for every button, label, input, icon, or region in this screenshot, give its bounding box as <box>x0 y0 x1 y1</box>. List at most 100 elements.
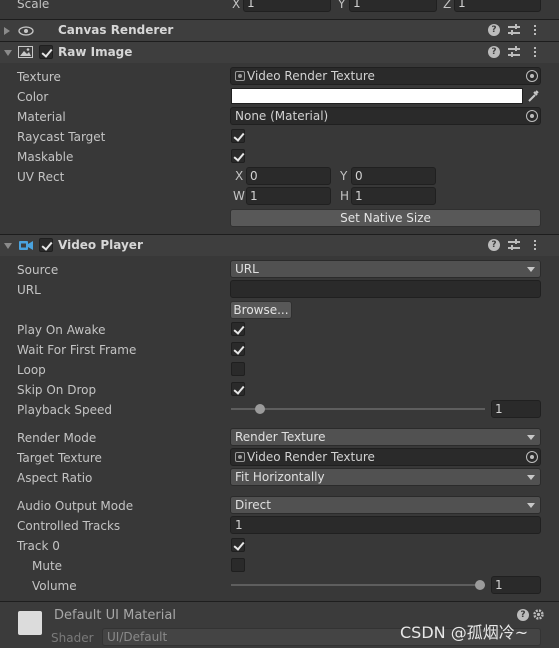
color-swatch[interactable] <box>231 88 523 104</box>
raw-image-header[interactable]: Raw Image ? <box>0 41 559 63</box>
raycast-target-checkbox[interactable] <box>231 129 245 143</box>
raw-image-enabled-checkbox[interactable] <box>39 45 53 59</box>
volume-slider-thumb[interactable] <box>475 580 485 590</box>
uv-y-field[interactable]: 0 <box>351 167 436 185</box>
source-value: URL <box>235 262 259 276</box>
mute-label: Mute <box>32 559 63 573</box>
kebab-menu-icon[interactable] <box>533 24 537 36</box>
loop-checkbox[interactable] <box>231 362 245 376</box>
scale-y-label: Y <box>338 0 346 11</box>
scale-label: Scale <box>17 0 50 11</box>
render-mode-label: Render Mode <box>17 431 97 445</box>
uv-w-label: W <box>233 189 245 203</box>
play-on-awake-checkbox[interactable] <box>231 322 245 336</box>
volume-label: Volume <box>32 579 77 593</box>
dropdown-arrow-icon <box>527 503 535 508</box>
uv-h-label: H <box>340 189 350 203</box>
skip-on-drop-checkbox[interactable] <box>231 382 245 396</box>
playback-speed-field[interactable]: 1 <box>491 400 541 418</box>
image-icon <box>18 46 33 58</box>
controlled-tracks-field[interactable]: 1 <box>230 516 541 534</box>
skip-on-drop-label: Skip On Drop <box>17 383 97 397</box>
help-icon[interactable]: ? <box>488 239 500 251</box>
video-player-enabled-checkbox[interactable] <box>39 238 53 252</box>
dropdown-arrow-icon <box>527 435 535 440</box>
scale-y-field[interactable]: 1 <box>349 0 437 12</box>
render-mode-dropdown[interactable]: Render Texture <box>230 428 541 446</box>
object-picker-icon[interactable] <box>526 70 538 82</box>
texture-field[interactable]: Video Render Texture <box>230 67 541 85</box>
maskable-checkbox[interactable] <box>231 149 245 163</box>
fold-open-icon[interactable] <box>4 50 12 56</box>
volume-slider-track[interactable] <box>231 584 485 586</box>
uv-rect-label: UV Rect <box>17 170 65 184</box>
url-label: URL <box>17 283 41 297</box>
set-native-size-button[interactable]: Set Native Size <box>230 209 541 227</box>
canvas-renderer-title: Canvas Renderer <box>58 23 174 37</box>
audio-output-mode-label: Audio Output Mode <box>17 499 134 513</box>
target-texture-label: Target Texture <box>17 451 102 465</box>
watermark: CSDN @孤烟冷~ <box>400 623 529 642</box>
video-icon <box>19 240 34 251</box>
material-preview <box>18 611 42 635</box>
maskable-label: Maskable <box>17 150 74 164</box>
help-icon[interactable]: ? <box>488 24 500 36</box>
preset-icon[interactable] <box>508 46 520 58</box>
scale-x-label: X <box>232 0 241 11</box>
aspect-ratio-label: Aspect Ratio <box>17 471 93 485</box>
preset-icon[interactable] <box>508 239 520 251</box>
video-player-header[interactable]: Video Player ? <box>0 234 559 256</box>
scale-x-field[interactable]: 1 <box>243 0 331 12</box>
object-picker-icon[interactable] <box>526 451 538 463</box>
dropdown-arrow-icon <box>527 267 535 272</box>
color-label: Color <box>17 90 49 104</box>
wait-for-first-frame-label: Wait For First Frame <box>17 343 137 357</box>
canvas-renderer-header[interactable]: Canvas Renderer ? <box>0 19 559 41</box>
uv-w-field[interactable]: 1 <box>246 187 331 205</box>
scale-z-field[interactable]: 1 <box>454 0 541 12</box>
url-field[interactable] <box>230 280 541 298</box>
material-field[interactable]: None (Material) <box>230 107 541 125</box>
material-value: None (Material) <box>235 109 329 123</box>
kebab-menu-icon[interactable] <box>533 239 537 251</box>
scale-z-label: Z <box>443 0 452 11</box>
gear-icon[interactable] <box>532 608 545 621</box>
track-0-checkbox[interactable] <box>231 538 245 552</box>
play-on-awake-label: Play On Awake <box>17 323 106 337</box>
audio-output-mode-value: Direct <box>235 498 271 512</box>
loop-label: Loop <box>17 363 46 377</box>
audio-output-mode-dropdown[interactable]: Direct <box>230 496 541 514</box>
eyedropper-icon[interactable] <box>526 88 541 104</box>
uv-y-label: Y <box>340 169 348 183</box>
kebab-menu-icon[interactable] <box>533 46 537 58</box>
dropdown-arrow-icon <box>527 475 535 480</box>
mute-checkbox[interactable] <box>231 558 245 572</box>
source-dropdown[interactable]: URL <box>230 260 541 278</box>
uv-x-field[interactable]: 0 <box>246 167 331 185</box>
fold-closed-icon[interactable] <box>4 27 10 35</box>
track-0-label: Track 0 <box>17 539 60 553</box>
uv-h-field[interactable]: 1 <box>351 187 436 205</box>
playback-speed-slider-track[interactable] <box>231 408 485 410</box>
aspect-ratio-value: Fit Horizontally <box>235 470 325 484</box>
render-mode-value: Render Texture <box>235 430 326 444</box>
target-texture-field[interactable]: Video Render Texture <box>230 448 541 466</box>
playback-speed-slider-thumb[interactable] <box>255 404 266 414</box>
wait-for-first-frame-checkbox[interactable] <box>231 342 245 356</box>
browse-button[interactable]: Browse... <box>230 301 292 319</box>
source-label: Source <box>17 263 59 277</box>
material-label: Material <box>17 110 66 124</box>
texture-value: Video Render Texture <box>247 69 375 83</box>
eye-icon <box>18 25 34 36</box>
controlled-tracks-label: Controlled Tracks <box>17 519 121 533</box>
object-picker-icon[interactable] <box>526 110 538 122</box>
help-icon[interactable]: ? <box>488 46 500 58</box>
video-player-title: Video Player <box>58 238 143 252</box>
fold-open-icon[interactable] <box>4 243 12 249</box>
volume-field[interactable]: 1 <box>491 576 541 594</box>
aspect-ratio-dropdown[interactable]: Fit Horizontally <box>230 468 541 486</box>
uv-x-label: X <box>235 169 244 183</box>
raw-image-title: Raw Image <box>58 45 133 59</box>
preset-icon[interactable] <box>508 24 520 36</box>
render-texture-icon <box>235 452 245 462</box>
